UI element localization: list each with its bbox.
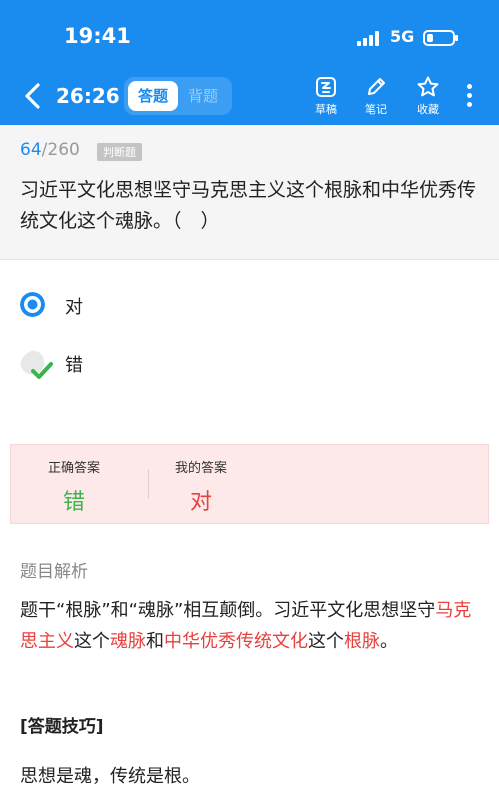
analysis-highlight: 中华优秀传统文化 — [164, 631, 308, 652]
favorite-label: 收藏 — [417, 103, 439, 116]
star-icon — [417, 76, 439, 97]
radio-selected-icon — [20, 292, 45, 317]
analysis-text-segment: 和 — [146, 631, 164, 652]
mode-switch: 答题 背题 — [124, 77, 232, 115]
correct-answer: 正确答案 错 — [24, 457, 124, 516]
my-answer: 我的答案 对 — [151, 457, 251, 516]
correct-answer-title: 正确答案 — [47, 461, 100, 476]
question-panel: 64/260 判断题 习近平文化思想坚守马克思主义这个根脉和中华优秀传统文化这个… — [0, 125, 499, 260]
question-text: 习近平文化思想坚守马克思主义这个根脉和中华优秀传统文化这个魂脉。（ ） — [20, 179, 477, 232]
option-true-label: 对 — [65, 297, 83, 318]
draft-icon — [316, 77, 336, 97]
my-answer-value: 对 — [189, 490, 212, 515]
analysis-highlight: 魂脉 — [110, 631, 146, 652]
answer-divider — [148, 469, 149, 499]
more-dot-icon — [466, 102, 472, 107]
more-menu-button[interactable] — [465, 84, 473, 110]
more-dot-icon — [466, 84, 472, 89]
my-answer-title: 我的答案 — [174, 461, 227, 476]
check-icon — [20, 350, 53, 379]
favorite-button[interactable]: 收藏 — [408, 75, 448, 117]
analysis-text-segment: 这个 — [308, 631, 344, 652]
tip-title: [答题技巧] — [20, 717, 104, 737]
battery-icon — [423, 30, 458, 46]
signal-icon — [357, 30, 383, 46]
back-button[interactable] — [20, 82, 46, 110]
question-counter: 64/260 — [20, 140, 80, 160]
analysis-highlight: 根脉 — [344, 631, 380, 652]
draft-label: 草稿 — [315, 103, 337, 116]
option-false[interactable]: 错 — [20, 348, 320, 379]
exam-timer: 26:26 — [56, 84, 120, 108]
correct-answer-value: 错 — [62, 490, 85, 515]
analysis-text-segment: 。 — [380, 631, 398, 652]
analysis-text-segment: 这个 — [74, 631, 110, 652]
option-true[interactable]: 对 — [20, 290, 320, 320]
pen-icon — [368, 78, 385, 95]
tab-memorize-mode[interactable]: 背题 — [178, 81, 228, 111]
more-dot-icon — [466, 93, 472, 98]
tip-text: 思想是魂，传统是根。 — [20, 766, 200, 787]
question-current: 64 — [20, 140, 42, 160]
analysis-text: 题干“根脉”和“魂脉”相互颠倒。习近平文化思想坚守马克思主义这个魂脉和中华优秀传… — [20, 595, 482, 657]
note-button[interactable]: 笔记 — [356, 75, 396, 117]
draft-button[interactable]: 草稿 — [306, 75, 346, 117]
app-header: 19:41 5G 26:26 答题 背题 草稿 笔记 收藏 — [0, 0, 499, 125]
analysis-text-segment: 题干“根脉”和“魂脉”相互颠倒。习近平文化思想坚守 — [20, 600, 436, 621]
question-total: 260 — [47, 140, 80, 160]
option-false-label: 错 — [65, 355, 83, 376]
status-time: 19:41 — [64, 24, 131, 48]
question-type-badge: 判断题 — [97, 143, 142, 161]
chevron-left-icon — [25, 83, 40, 109]
network-type: 5G — [390, 27, 415, 46]
analysis-title: 题目解析 — [20, 562, 88, 582]
note-label: 笔记 — [365, 103, 387, 116]
answer-result-box: 正确答案 错 我的答案 对 — [10, 444, 489, 524]
tab-answer-mode[interactable]: 答题 — [128, 81, 178, 111]
